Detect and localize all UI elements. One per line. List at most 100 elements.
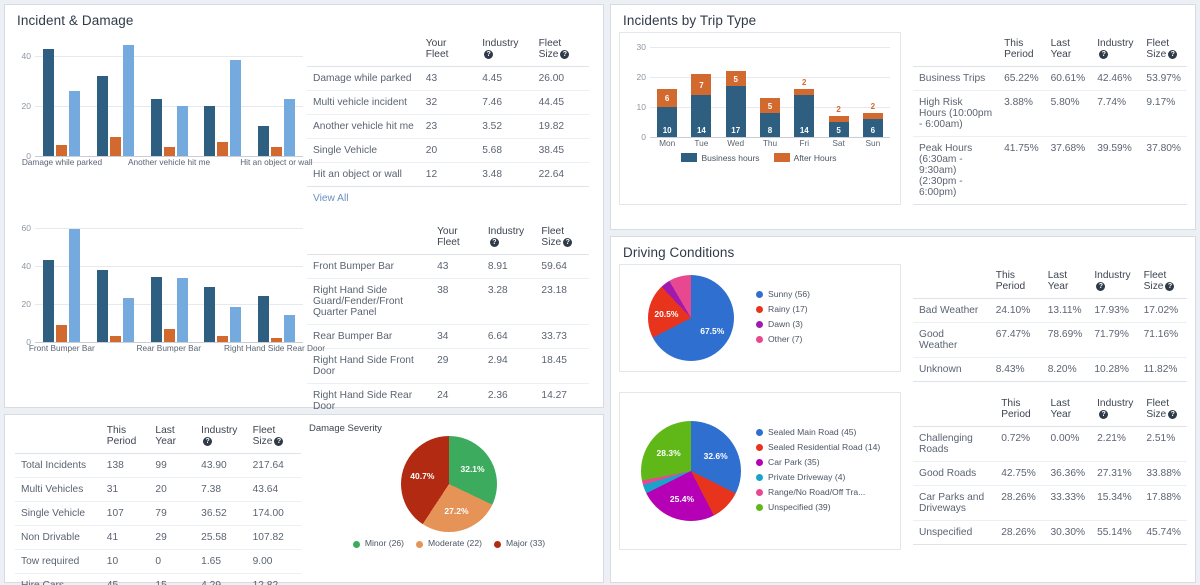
cell-your-fleet: 43 <box>420 67 476 91</box>
bar[interactable] <box>123 45 134 156</box>
legend-item[interactable]: Sunny (56) <box>756 288 810 301</box>
legend-item[interactable]: Range/No Road/Off Tra... <box>756 486 880 499</box>
legend-item[interactable]: Dawn (3) <box>756 318 810 331</box>
legend-swatch <box>756 321 763 328</box>
col-last-year: Last Year <box>1045 34 1092 67</box>
bar[interactable] <box>217 142 228 156</box>
help-icon[interactable]: ? <box>274 437 283 446</box>
cell-your-fleet: 29 <box>431 349 482 384</box>
col-industry: Industry? <box>1091 34 1140 67</box>
cell-industry: 8.91 <box>482 255 536 279</box>
bar[interactable] <box>230 60 241 156</box>
bar[interactable] <box>271 147 282 156</box>
table-row: High Risk Hours (10:00pm - 6:00am)3.88%5… <box>913 91 1187 137</box>
table-row: Good Roads42.75%36.36%27.31%33.88% <box>913 462 1187 486</box>
bar[interactable] <box>284 99 295 156</box>
bar[interactable] <box>56 145 67 156</box>
bar-segment-business-hours[interactable]: 17 <box>726 86 746 137</box>
cell-industry: 39.59% <box>1091 137 1140 205</box>
bar-segment-after-hours[interactable] <box>829 116 849 122</box>
bar-segment-business-hours[interactable]: 14 <box>794 95 814 137</box>
bar[interactable] <box>97 76 108 156</box>
cell-industry: 55.14% <box>1091 521 1140 545</box>
help-icon[interactable]: ? <box>1165 282 1174 291</box>
table-row: Another vehicle hit me233.5219.82 <box>307 115 589 139</box>
help-icon[interactable]: ? <box>490 238 499 247</box>
table-row: Hire Cars45154.2912.82 <box>15 574 301 585</box>
cell-fleet-size: 217.64 <box>247 454 301 478</box>
bar-value-label: 2 <box>794 78 814 87</box>
help-icon[interactable]: ? <box>563 238 572 247</box>
weather-section: 67.5%20.5% Sunny (56)Rainy (17)Dawn (3)O… <box>611 264 1195 382</box>
summary-section: This Period Last Year Industry? Fleet Si… <box>5 415 603 585</box>
help-icon[interactable]: ? <box>203 437 212 446</box>
bar[interactable] <box>164 329 175 342</box>
help-icon[interactable]: ? <box>1099 50 1108 59</box>
bar[interactable] <box>43 260 54 342</box>
bar[interactable] <box>258 296 269 342</box>
bar-value-label: 5 <box>726 75 746 84</box>
bar[interactable] <box>204 287 215 342</box>
bar[interactable] <box>151 99 162 157</box>
bar[interactable] <box>69 229 80 343</box>
bar-segment-business-hours[interactable]: 6 <box>863 119 883 137</box>
table-row: Damage while parked434.4526.00 <box>307 67 589 91</box>
help-icon[interactable]: ? <box>1168 410 1177 419</box>
bar[interactable] <box>164 147 175 156</box>
help-icon[interactable]: ? <box>484 50 493 59</box>
bar-segment-business-hours[interactable]: 14 <box>691 95 711 137</box>
bar[interactable] <box>177 106 188 156</box>
view-all-link-incidents[interactable]: View All <box>307 187 589 210</box>
row-label: Challenging Roads <box>913 427 995 462</box>
bar[interactable] <box>69 91 80 156</box>
legend-item[interactable]: Car Park (35) <box>756 456 880 469</box>
trip-table-wrap: This Period Last Year Industry? Fleet Si… <box>909 32 1195 205</box>
bar[interactable] <box>110 137 121 156</box>
bar-value-label: 17 <box>726 126 746 135</box>
help-icon[interactable]: ? <box>1096 282 1105 291</box>
bar-segment-business-hours[interactable]: 10 <box>657 107 677 137</box>
help-icon[interactable]: ? <box>1168 50 1177 59</box>
bar-segment-after-hours[interactable] <box>863 113 883 119</box>
legend-item[interactable]: Major (33) <box>494 538 545 548</box>
bar[interactable] <box>230 307 241 342</box>
bar[interactable] <box>284 315 295 342</box>
legend-item[interactable]: Unspecified (39) <box>756 501 880 514</box>
row-label: Good Weather <box>913 323 990 358</box>
bar[interactable] <box>151 277 162 342</box>
pie-road-type: 32.6%25.4%28.3% <box>641 421 741 521</box>
legend-item[interactable]: Business hours <box>681 153 759 163</box>
legend-item[interactable]: Sealed Residential Road (14) <box>756 441 880 454</box>
help-icon[interactable]: ? <box>560 50 569 59</box>
help-icon[interactable]: ? <box>1099 410 1108 419</box>
bar[interactable] <box>56 325 67 342</box>
legend-item[interactable]: Moderate (22) <box>416 538 482 548</box>
legend-item[interactable]: Rainy (17) <box>756 303 810 316</box>
bar[interactable] <box>204 106 215 156</box>
legend-item[interactable]: Minor (26) <box>353 538 404 548</box>
cell-industry: 7.38 <box>195 478 246 502</box>
bar[interactable] <box>43 49 54 157</box>
cell-last-year: 15 <box>149 574 195 585</box>
severity-chart-wrap: Damage Severity 32.1%27.2%40.7% Minor (2… <box>305 415 597 585</box>
bar[interactable] <box>97 270 108 342</box>
legend-item[interactable]: After Hours <box>774 153 837 163</box>
cell-last-year: 37.68% <box>1045 137 1092 205</box>
y-axis-tick: 40 <box>11 51 31 61</box>
panel-summary-severity: This Period Last Year Industry? Fleet Si… <box>4 414 604 583</box>
bar-value-label: 5 <box>760 102 780 111</box>
col-fleet-size: Fleet Size? <box>1140 394 1187 427</box>
legend-item[interactable]: Other (7) <box>756 333 810 346</box>
legend-item[interactable]: Sealed Main Road (45) <box>756 426 880 439</box>
row-label: Tow required <box>15 550 101 574</box>
bar-segment-after-hours[interactable] <box>794 89 814 95</box>
x-axis-tick: Thu <box>753 138 787 148</box>
cell-fleet-size: 38.45 <box>533 139 589 163</box>
bar-segment-business-hours[interactable]: 8 <box>760 113 780 137</box>
legend-item[interactable]: Private Driveway (4) <box>756 471 880 484</box>
bar[interactable] <box>123 298 134 342</box>
weather-table-wrap: This Period Last Year Industry? Fleet Si… <box>909 264 1195 382</box>
bar[interactable] <box>258 126 269 156</box>
bar-segment-business-hours[interactable]: 5 <box>829 122 849 137</box>
bar[interactable] <box>177 278 188 342</box>
